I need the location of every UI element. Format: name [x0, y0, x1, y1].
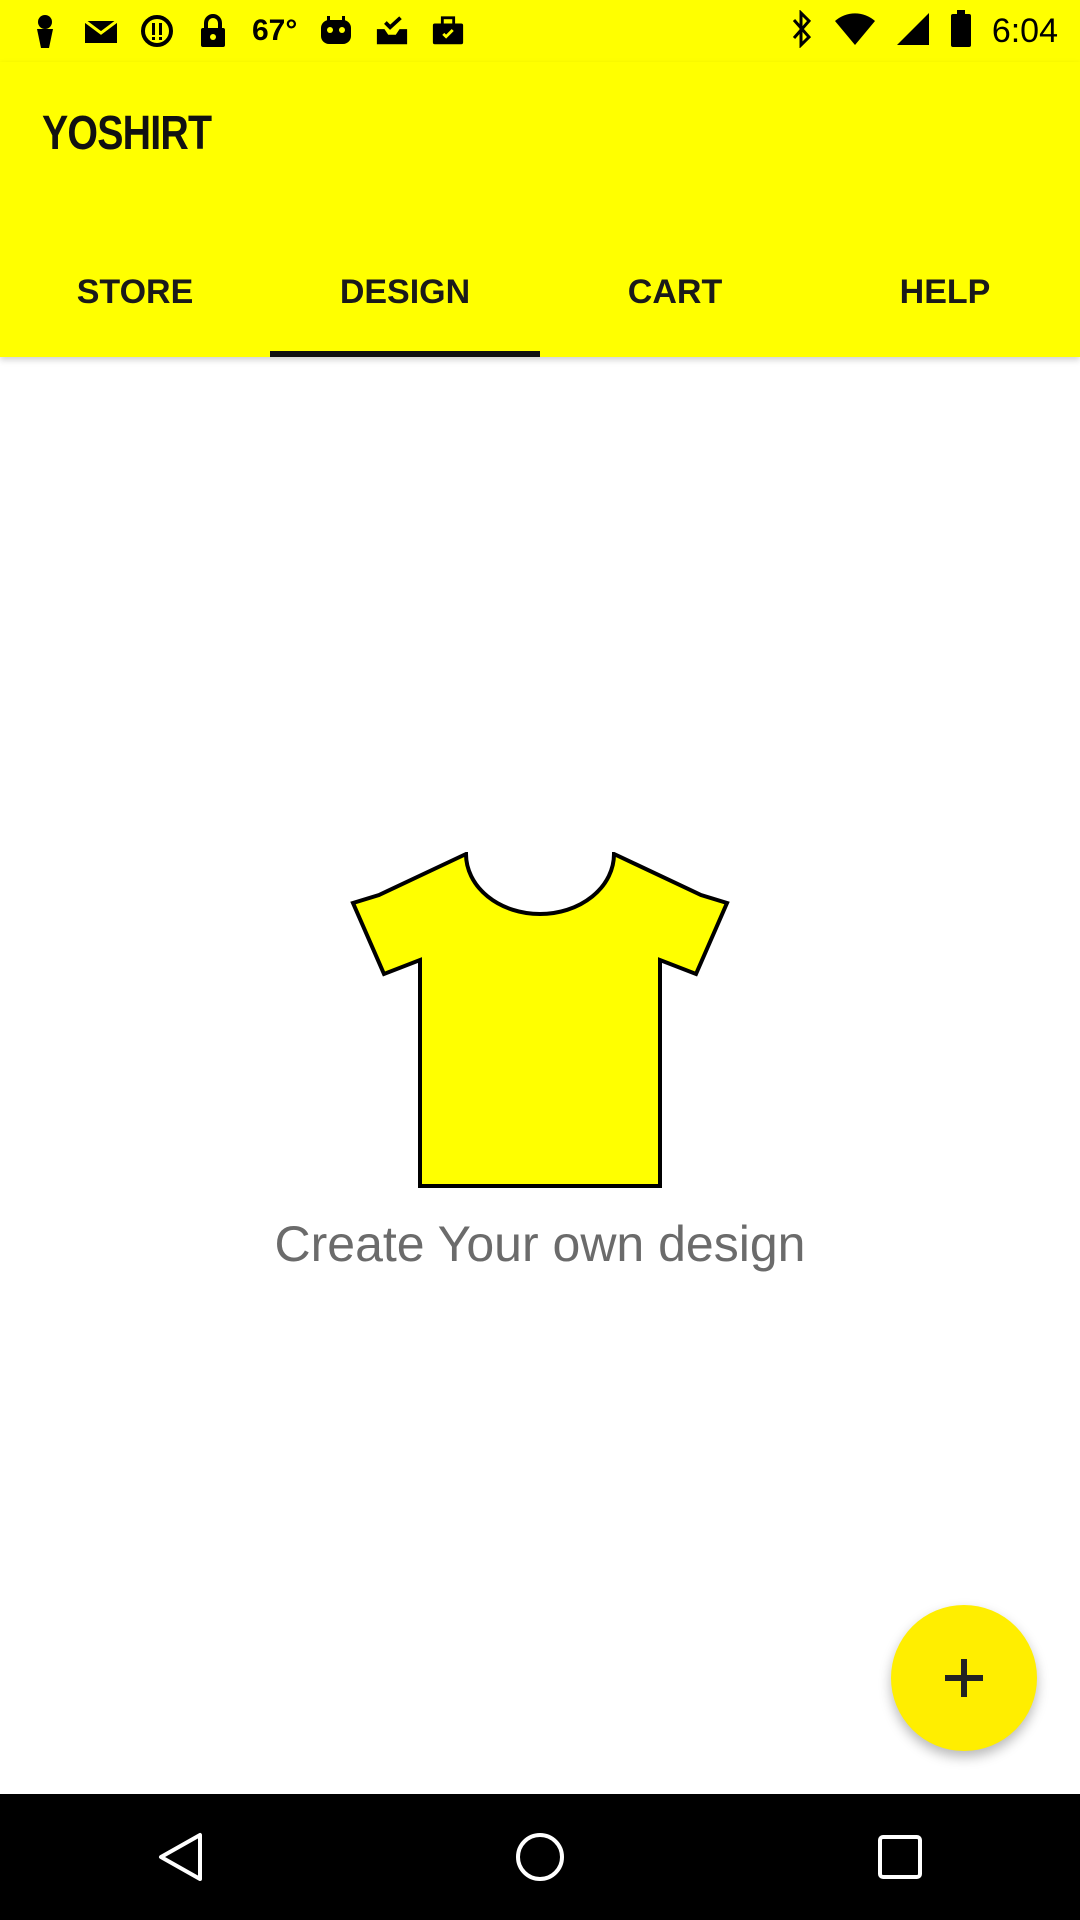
add-design-button[interactable] — [891, 1605, 1037, 1751]
tab-help[interactable]: HELP — [810, 242, 1080, 357]
status-time: 6:04 — [991, 11, 1058, 50]
status-icons-left: 67° — [28, 8, 465, 54]
temperature-text: 67° — [252, 14, 298, 47]
app-bar: YOSHIRT STORE DESIGN CART HELP — [0, 62, 1080, 357]
empty-state-text: Create Your own design — [274, 1216, 806, 1272]
android-icon — [319, 14, 353, 48]
tab-bar: STORE DESIGN CART HELP — [0, 242, 1080, 357]
alert-icon — [140, 14, 174, 48]
inbox-check-icon — [375, 14, 409, 48]
home-icon — [516, 1833, 564, 1881]
app-title: YOSHIRT — [42, 107, 212, 160]
nav-recents-button[interactable] — [840, 1807, 960, 1907]
lock-icon — [196, 14, 230, 48]
nav-home-button[interactable] — [480, 1807, 600, 1907]
status-icons-right: 6:04 — [790, 8, 1058, 54]
design-content: Create Your own design — [0, 357, 1080, 1794]
tab-design[interactable]: DESIGN — [270, 242, 540, 357]
back-icon — [159, 1833, 202, 1881]
person-pin-icon — [28, 14, 62, 48]
tshirt-icon — [350, 852, 730, 1188]
plus-icon — [945, 1659, 983, 1697]
tab-store[interactable]: STORE — [0, 242, 270, 357]
signal-icon — [896, 12, 930, 51]
status-bar: 67° 6:04 — [0, 0, 1080, 62]
system-nav-bar — [0, 1794, 1080, 1920]
recents-icon — [878, 1835, 922, 1879]
mail-icon — [84, 14, 118, 48]
battery-icon — [950, 9, 972, 53]
nav-back-button[interactable] — [120, 1807, 240, 1907]
briefcase-icon — [431, 14, 465, 48]
bluetooth-icon — [790, 8, 814, 53]
wifi-icon — [834, 12, 876, 51]
tab-cart[interactable]: CART — [540, 242, 810, 357]
